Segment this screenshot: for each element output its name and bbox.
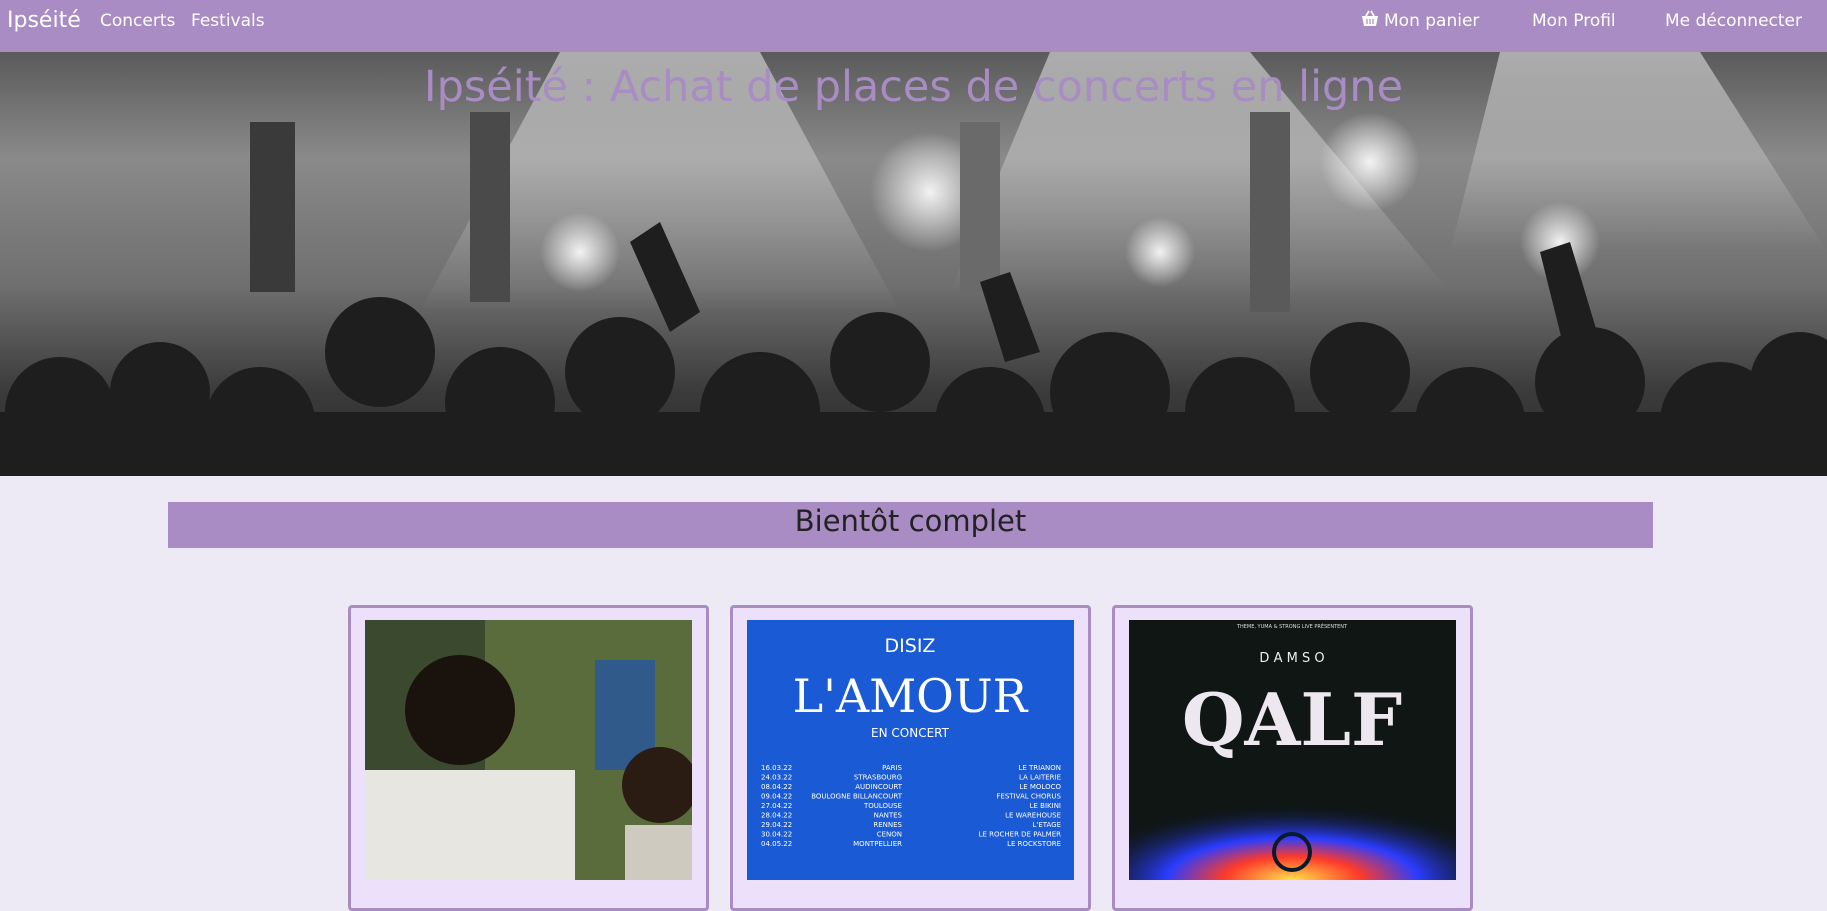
poster-date-cell: 08.04.22 <box>761 783 792 791</box>
top-navbar: Ipséité Concerts Festivals Mon panier Mo… <box>0 0 1827 52</box>
poster-title: L'AMOUR <box>793 669 1029 723</box>
basket-link[interactable]: Mon panier <box>1360 0 1479 42</box>
poster-date-cell: RENNES <box>873 821 902 829</box>
brand-logo-link[interactable]: Ipséité <box>7 0 81 42</box>
profile-link[interactable]: Mon Profil <box>1532 0 1616 42</box>
poster-date-cell: 28.04.22 <box>761 812 792 820</box>
poster-date-cell: AUDINCOURT <box>855 783 902 791</box>
poster-date-cell: BOULOGNE BILLANCOURT <box>811 793 903 801</box>
poster-date-cell: L'ETAGE <box>1033 821 1062 829</box>
poster-date-cell: 04.05.22 <box>761 840 792 848</box>
poster-date-cell: PARIS <box>882 764 902 772</box>
logout-link[interactable]: Me déconnecter <box>1665 0 1802 42</box>
concert-card[interactable]: DISIZ L'AMOUR EN CONCERT 16.03.22 PARIS LE… <box>730 605 1091 911</box>
poster-date-cell: 24.03.22 <box>761 774 792 782</box>
poster-date-cell: LE ROCKSTORE <box>1007 840 1061 848</box>
concert-poster-image: DISIZ L'AMOUR EN CONCERT 16.03.22 PARIS LE… <box>747 620 1074 880</box>
poster-date-cell: CENON <box>877 831 902 839</box>
poster-date-cell: LE TRIANON <box>1018 764 1061 772</box>
concert-card[interactable] <box>348 605 709 911</box>
concert-poster-image: THEME, YUMA & STRONG LIVE PRÉSENTENT D A… <box>1129 620 1456 880</box>
poster-date-cell: FESTIVAL CHORUS <box>996 793 1061 801</box>
poster-artist: DISIZ <box>885 635 936 657</box>
poster-date-cell: LA LAITERIE <box>1019 774 1061 782</box>
section-heading: Bientôt complet <box>168 502 1653 548</box>
poster-presenter: THEME, YUMA & STRONG LIVE PRÉSENTENT <box>1236 622 1348 630</box>
poster-date-cell: NANTES <box>874 812 903 820</box>
nav-festivals-link[interactable]: Festivals <box>191 0 265 42</box>
basket-icon <box>1362 10 1378 26</box>
poster-date-cell: 29.04.22 <box>761 821 792 829</box>
nav-concerts-link[interactable]: Concerts <box>100 0 175 42</box>
concert-poster-image <box>365 620 692 880</box>
poster-title: QALF <box>1182 677 1402 762</box>
poster-date-cell: 09.04.22 <box>761 793 792 801</box>
poster-artist: D A M S O <box>1259 651 1324 666</box>
poster-date-cell: LE BIKINI <box>1030 802 1061 810</box>
concert-crowd-image <box>0 52 1827 476</box>
poster-date-cell: 30.04.22 <box>761 831 792 839</box>
poster-date-cell: LE WAREHOUSE <box>1005 812 1061 820</box>
basket-label: Mon panier <box>1384 11 1480 31</box>
poster-date-cell: MONTPELLIER <box>853 840 902 848</box>
poster-date-cell: 27.04.22 <box>761 802 792 810</box>
poster-date-cell: STRASBOURG <box>854 774 902 782</box>
hero-banner: Ipséité : Achat de places de concerts en… <box>0 52 1827 476</box>
hero-title: Ipséité : Achat de places de concerts en… <box>423 62 1404 112</box>
poster-date-cell: LE ROCHER DE PALMER <box>979 831 1062 839</box>
concert-card[interactable]: THEME, YUMA & STRONG LIVE PRÉSENTENT D A… <box>1112 605 1473 911</box>
poster-date-cell: 16.03.22 <box>761 764 792 772</box>
poster-date-cell: TOULOUSE <box>863 802 902 810</box>
poster-subtitle: EN CONCERT <box>871 726 950 740</box>
poster-date-cell: LE MOLOCO <box>1019 783 1061 791</box>
